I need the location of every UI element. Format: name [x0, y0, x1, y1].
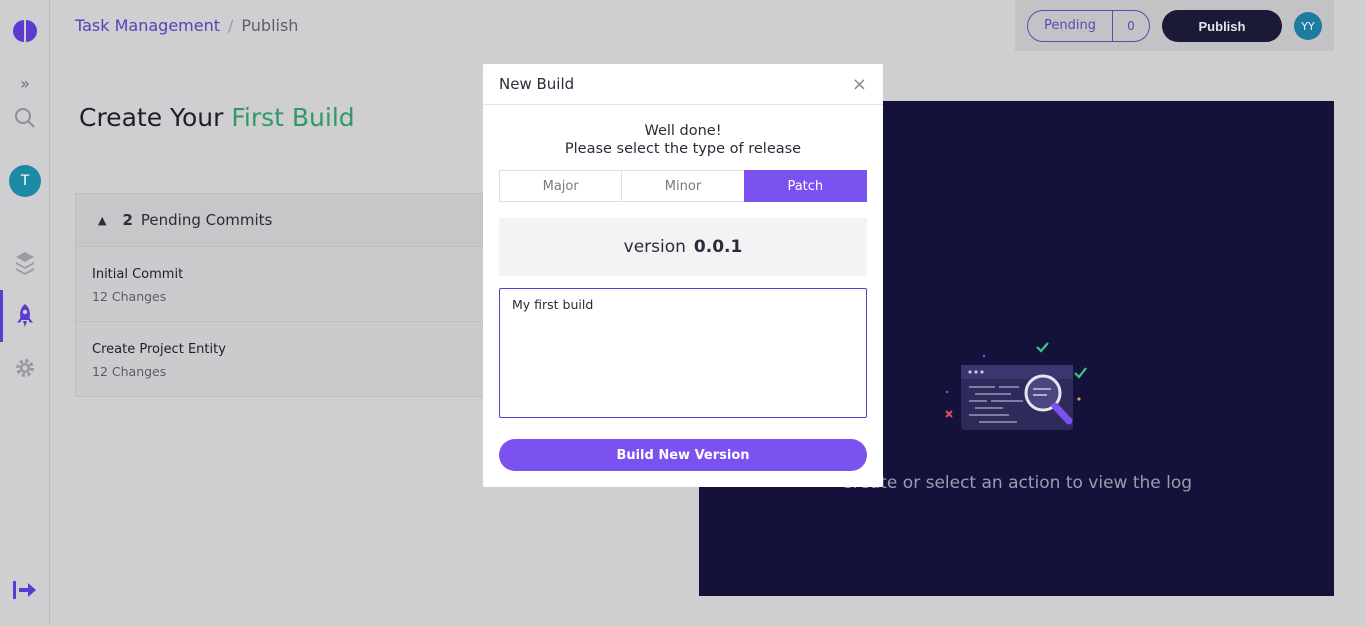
commit-row[interactable]: Create Project Entity 12 Changes	[76, 322, 494, 397]
logout-icon[interactable]	[0, 576, 50, 604]
empty-log-illustration	[945, 342, 1087, 430]
commit-changes: 12 Changes	[92, 364, 167, 379]
user-avatar[interactable]: YY	[1294, 12, 1322, 40]
dialog-header: New Build ×	[483, 64, 883, 105]
build-new-version-button[interactable]: Build New Version	[499, 439, 867, 471]
commit-title: Initial Commit	[92, 267, 184, 282]
gear-icon[interactable]	[0, 354, 50, 382]
pending-commits-header[interactable]: ▲ 2 Pending Commits	[76, 194, 494, 247]
release-type-patch[interactable]: Patch	[743, 170, 867, 202]
pending-label: Pending	[1028, 11, 1113, 41]
release-type-selector: Major Minor Patch	[499, 170, 867, 202]
pending-commits-count: 2	[122, 211, 133, 229]
rocket-icon[interactable]	[0, 290, 50, 342]
chevron-up-icon[interactable]: ▲	[98, 214, 106, 227]
pending-commits-panel: ▲ 2 Pending Commits Initial Commit 12 Ch…	[75, 193, 495, 397]
breadcrumb-current: Publish	[241, 16, 299, 35]
version-value: 0.0.1	[693, 237, 743, 257]
dialog-message-line2: Please select the type of release	[564, 141, 802, 157]
dialog-message: Well done! Please select the type of rel…	[483, 122, 883, 158]
pending-commits-label: Pending Commits	[140, 211, 273, 229]
header-actions: Pending 0 Publish YY	[1015, 0, 1334, 51]
workspace-avatar[interactable]: T	[0, 165, 50, 197]
close-icon[interactable]: ×	[852, 74, 867, 95]
commit-changes: 12 Changes	[92, 289, 167, 304]
new-build-dialog: New Build × Well done! Please select the…	[483, 64, 883, 487]
build-message-input[interactable]: My first build	[499, 288, 867, 418]
release-type-major[interactable]: Major	[499, 170, 623, 202]
expand-sidebar-icon[interactable]: »	[0, 72, 50, 94]
commit-title: Create Project Entity	[92, 342, 226, 357]
workspace-initial: T	[9, 165, 41, 197]
app-logo-icon[interactable]	[0, 14, 50, 48]
search-icon[interactable]	[0, 104, 50, 132]
version-display: version 0.0.1	[499, 218, 867, 276]
pending-button[interactable]: Pending 0	[1027, 10, 1150, 42]
page-title-accent: First Build	[231, 103, 355, 132]
breadcrumb-separator: /	[228, 16, 234, 35]
layers-icon[interactable]	[0, 248, 50, 278]
dialog-title: New Build	[499, 75, 575, 93]
pending-count: 0	[1127, 19, 1135, 33]
sidebar: » T	[0, 0, 50, 626]
commit-row[interactable]: Initial Commit 12 Changes	[76, 247, 494, 322]
page-title-prefix: Create Your	[79, 103, 224, 132]
version-label: version	[623, 237, 686, 257]
breadcrumb-parent-link[interactable]: Task Management	[75, 16, 220, 35]
breadcrumb: Task Management / Publish	[75, 16, 298, 35]
page-title: Create Your First Build	[79, 103, 355, 132]
dialog-message-line1: Well done!	[644, 123, 722, 139]
publish-button[interactable]: Publish	[1162, 10, 1282, 42]
release-type-minor[interactable]: Minor	[621, 170, 745, 202]
